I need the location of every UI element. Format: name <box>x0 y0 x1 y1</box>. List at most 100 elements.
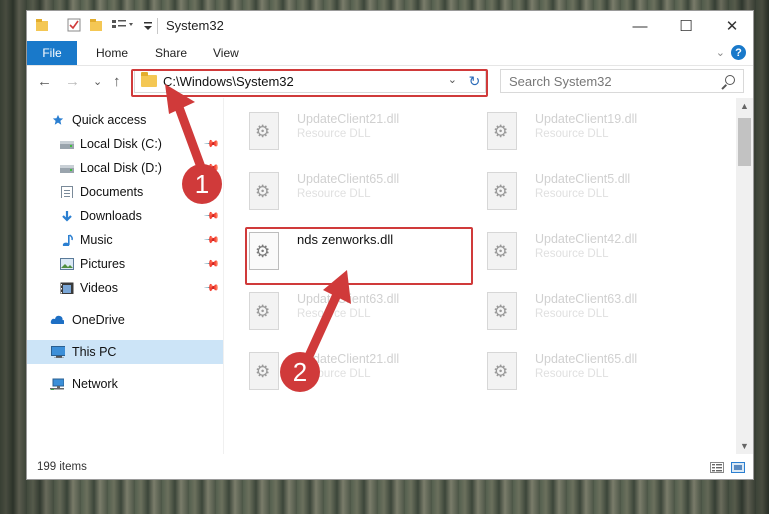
nav-item-pictures[interactable]: Pictures 📌 <box>27 252 223 276</box>
file-item[interactable]: UpdateClient5.dll Resource DLL <box>487 168 707 216</box>
file-type: Resource DLL <box>535 188 609 200</box>
file-name: UpdateClient19.dll <box>535 112 638 126</box>
step1-badge: 1 <box>182 164 222 204</box>
nav-label: This PC <box>72 345 117 359</box>
file-name: UpdateClient65.dll <box>535 352 638 366</box>
file-item[interactable]: UpdateClient65.dll Resource DLL <box>487 348 707 396</box>
music-icon <box>62 234 73 246</box>
dll-file-icon <box>249 112 279 150</box>
file-type: Resource DLL <box>535 248 609 260</box>
drive-icon <box>60 165 74 173</box>
pin-icon[interactable]: 📌 <box>203 256 220 273</box>
nav-label: Documents <box>80 185 144 199</box>
file-name: UpdateClient5.dll <box>535 172 631 186</box>
forward-button[interactable]: → <box>65 73 80 90</box>
nav-item-onedrive[interactable]: OneDrive <box>27 308 223 332</box>
download-icon <box>62 211 72 222</box>
dll-file-icon <box>487 292 517 330</box>
file-item[interactable]: UpdateClient21.dll Resource DLL <box>249 108 469 156</box>
nav-label: Local Disk (C:) <box>80 137 162 151</box>
nav-label: Music <box>80 233 113 247</box>
file-type: Resource DLL <box>297 128 371 140</box>
expand-ribbon-icon[interactable]: ⌄ <box>716 46 725 59</box>
back-button[interactable]: ← <box>37 73 52 90</box>
nav-label: OneDrive <box>72 313 125 327</box>
file-item[interactable]: UpdateClient19.dll Resource DLL <box>487 108 707 156</box>
folder-icon <box>35 18 49 32</box>
file-name: UpdateClient65.dll <box>297 172 400 186</box>
item-count: 199 items <box>37 461 87 473</box>
status-bar: 199 items <box>27 457 753 479</box>
file-name: UpdateClient63.dll <box>535 292 638 306</box>
dll-file-icon <box>487 232 517 270</box>
network-icon <box>50 378 64 390</box>
dll-file-icon <box>249 352 279 390</box>
properties-icon[interactable] <box>67 18 81 32</box>
file-item[interactable]: UpdateClient42.dll Resource DLL <box>487 228 707 276</box>
search-input[interactable]: Search System32 <box>509 74 612 89</box>
up-button[interactable]: ↑ <box>113 73 121 90</box>
dll-file-icon <box>487 352 517 390</box>
scroll-up-arrow-icon[interactable]: ▲ <box>736 98 753 114</box>
nav-item-this-pc[interactable]: This PC <box>27 340 223 364</box>
title-separator <box>157 18 158 34</box>
close-button[interactable]: ✕ <box>709 11 753 41</box>
ribbon-tabs: File Home Share View ⌄ ? <box>27 41 753 66</box>
help-icon[interactable]: ? <box>731 45 746 60</box>
quick-access-dropdown-icon[interactable] <box>141 18 155 32</box>
scroll-thumb[interactable] <box>738 118 751 166</box>
computer-icon <box>51 346 65 358</box>
tab-file[interactable]: File <box>27 41 77 65</box>
nav-label: Downloads <box>80 209 142 223</box>
pin-icon[interactable]: 📌 <box>203 208 220 225</box>
customize-quick-access-icon[interactable] <box>111 18 137 32</box>
file-type: Resource DLL <box>535 368 609 380</box>
nav-label: Videos <box>80 281 118 295</box>
minimize-icon: — <box>632 17 648 35</box>
nav-label: Local Disk (D:) <box>80 161 162 175</box>
dll-file-icon <box>487 112 517 150</box>
file-name: UpdateClient42.dll <box>535 232 638 246</box>
new-folder-icon[interactable] <box>89 18 103 32</box>
minimize-button[interactable]: — <box>617 11 663 41</box>
vertical-scrollbar[interactable]: ▲ ▼ <box>736 98 753 454</box>
dll-file-icon <box>249 172 279 210</box>
maximize-button[interactable]: ☐ <box>663 11 709 41</box>
file-name: UpdateClient21.dll <box>297 112 400 126</box>
nav-label: Network <box>72 377 118 391</box>
window-title: System32 <box>166 18 224 33</box>
tab-home[interactable]: Home <box>96 46 128 60</box>
close-icon: ✕ <box>725 18 739 35</box>
tab-share[interactable]: Share <box>155 46 187 60</box>
large-icons-view-icon[interactable] <box>731 462 745 473</box>
nav-label: Quick access <box>72 113 147 127</box>
title-bar: System32 — ☐ ✕ <box>27 11 753 41</box>
recent-locations-button[interactable]: ⌄ <box>93 75 102 88</box>
step2-badge: 2 <box>280 352 320 392</box>
dll-file-icon <box>487 172 517 210</box>
nav-label: Pictures <box>80 257 126 271</box>
pictures-icon <box>60 258 74 270</box>
pin-icon[interactable]: 📌 <box>203 232 220 249</box>
nav-item-downloads[interactable]: Downloads 📌 <box>27 204 223 228</box>
scroll-down-arrow-icon[interactable]: ▼ <box>736 438 753 454</box>
file-type: Resource DLL <box>297 188 371 200</box>
star-icon <box>52 114 64 125</box>
cloud-icon <box>50 315 64 324</box>
file-item[interactable]: UpdateClient65.dll Resource DLL <box>249 168 469 216</box>
nav-item-videos[interactable]: Videos 📌 <box>27 276 223 300</box>
nav-item-music[interactable]: Music 📌 <box>27 228 223 252</box>
videos-icon <box>60 282 74 294</box>
file-item[interactable]: UpdateClient63.dll Resource DLL <box>487 288 707 336</box>
drive-icon <box>60 141 74 149</box>
pin-icon[interactable]: 📌 <box>203 280 220 297</box>
file-type: Resource DLL <box>535 128 609 140</box>
tab-view[interactable]: View <box>213 46 239 60</box>
nav-item-network[interactable]: Network <box>27 372 223 396</box>
details-view-icon[interactable] <box>710 462 724 473</box>
search-box[interactable]: Search System32 <box>500 69 744 93</box>
search-icon[interactable] <box>725 75 735 85</box>
document-icon <box>61 186 73 198</box>
file-type: Resource DLL <box>535 308 609 320</box>
maximize-icon: ☐ <box>679 18 693 35</box>
